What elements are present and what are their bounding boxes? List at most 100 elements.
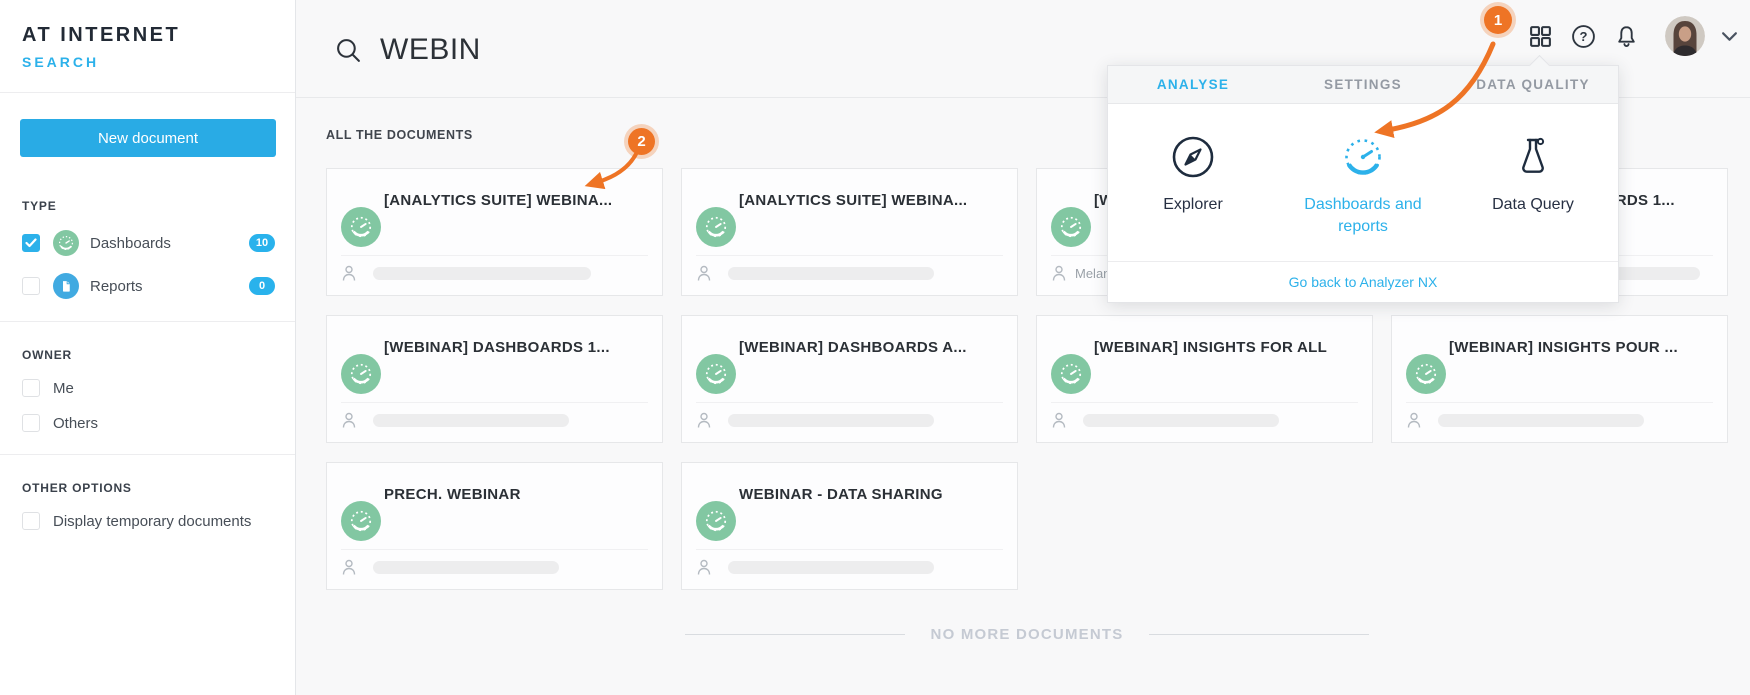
dashboards-count-badge: 10 — [249, 234, 275, 252]
document-card[interactable]: [WEBINAR] DASHBOARDS 1... — [326, 315, 663, 443]
document-owner — [341, 265, 591, 282]
notifications-bell-icon[interactable] — [1614, 24, 1639, 49]
dashboard-gauge-icon — [696, 501, 736, 541]
app-item-dashboards-reports[interactable]: Dashboards and reports — [1278, 130, 1448, 237]
divider-line — [685, 634, 905, 635]
person-icon — [341, 559, 357, 576]
card-divider — [696, 255, 1003, 256]
document-owner — [1406, 412, 1644, 429]
help-icon[interactable]: ? — [1571, 24, 1596, 49]
dashboard-gauge-icon — [341, 207, 381, 247]
at-internet-search-app: AT INTERNET SEARCH New document TYPE Das… — [0, 0, 1750, 695]
no-more-documents-label: NO MORE DOCUMENTS — [931, 626, 1124, 643]
document-card[interactable]: [ANALYTICS SUITE] WEBINA... — [681, 168, 1018, 296]
user-avatar[interactable] — [1665, 16, 1705, 56]
person-icon — [696, 559, 712, 576]
person-icon — [341, 412, 357, 429]
owner-name-redacted — [1083, 414, 1279, 427]
new-document-button[interactable]: New document — [20, 119, 276, 157]
chevron-down-icon[interactable] — [1721, 31, 1738, 42]
apps-panel-items: Explorer Dashboards and reports Data Que… — [1108, 104, 1618, 261]
filter-reports-label: Reports — [90, 278, 249, 295]
document-card[interactable]: [ANALYTICS SUITE] WEBINA... — [326, 168, 663, 296]
search-input[interactable] — [380, 33, 800, 67]
document-title: [WEBINAR] DASHBOARDS A... — [739, 339, 967, 356]
app-item-label: Data Query — [1455, 194, 1611, 216]
apps-grid-icon[interactable] — [1528, 24, 1553, 49]
reports-count-badge: 0 — [249, 277, 275, 295]
filter-temporary-row: Display temporary documents — [0, 512, 295, 530]
card-divider — [1406, 402, 1713, 403]
other-options-section-label: OTHER OPTIONS — [0, 481, 295, 495]
dashboard-gauge-icon — [53, 230, 79, 256]
tab-analyse[interactable]: ANALYSE — [1108, 66, 1278, 103]
dashboards-checkbox[interactable] — [22, 234, 40, 252]
document-owner — [696, 265, 934, 282]
app-item-data-query[interactable]: Data Query — [1448, 130, 1618, 237]
card-divider — [696, 549, 1003, 550]
sidebar-divider — [0, 321, 295, 322]
sidebar-divider — [0, 92, 295, 93]
filter-me-label: Me — [53, 380, 275, 397]
divider-line — [1149, 634, 1369, 635]
sidebar-divider — [0, 454, 295, 455]
reports-checkbox[interactable] — [22, 277, 40, 295]
document-title: WEBINAR - DATA SHARING — [739, 486, 943, 503]
document-card[interactable]: [WEBINAR] INSIGHTS POUR ... — [1391, 315, 1728, 443]
owner-me-checkbox[interactable] — [22, 379, 40, 397]
checkmark-icon — [25, 238, 37, 248]
speedometer-icon — [1340, 130, 1386, 184]
document-title: PRECH. WEBINAR — [384, 486, 521, 503]
annotation-step-2-badge: 2 — [628, 128, 655, 155]
app-item-label: Explorer — [1115, 194, 1271, 216]
report-document-icon — [53, 273, 79, 299]
app-item-explorer[interactable]: Explorer — [1108, 130, 1278, 237]
document-card[interactable]: WEBINAR - DATA SHARING — [681, 462, 1018, 590]
dashboard-gauge-icon — [341, 354, 381, 394]
app-logo: AT INTERNET SEARCH — [0, 0, 295, 70]
document-owner — [341, 559, 559, 576]
dashboard-gauge-icon — [696, 354, 736, 394]
search-bar — [335, 33, 800, 67]
document-owner — [696, 559, 934, 576]
compass-icon — [1170, 130, 1216, 184]
owner-section-label: OWNER — [0, 348, 295, 362]
card-divider — [696, 402, 1003, 403]
dashboard-gauge-icon — [341, 501, 381, 541]
logo-brand: AT INTERNET — [22, 24, 273, 47]
person-icon — [1051, 265, 1067, 282]
card-divider — [341, 402, 648, 403]
logo-product: SEARCH — [22, 54, 273, 70]
document-owner — [696, 412, 934, 429]
owner-others-checkbox[interactable] — [22, 414, 40, 432]
sidebar: AT INTERNET SEARCH New document TYPE Das… — [0, 0, 296, 695]
document-card[interactable]: [WEBINAR] INSIGHTS FOR ALL — [1036, 315, 1373, 443]
temporary-documents-checkbox[interactable] — [22, 512, 40, 530]
document-card[interactable]: [WEBINAR] DASHBOARDS A... — [681, 315, 1018, 443]
owner-name-redacted — [1438, 414, 1644, 427]
tab-data-quality[interactable]: DATA QUALITY — [1448, 66, 1618, 103]
app-item-label: Dashboards and reports — [1285, 194, 1441, 237]
filter-temporary-label: Display temporary documents — [53, 513, 275, 530]
type-section-label: TYPE — [0, 199, 295, 213]
apps-panel-footer: Go back to Analyzer NX — [1108, 261, 1618, 302]
filter-dashboards-label: Dashboards — [90, 235, 249, 252]
dashboard-gauge-icon — [1051, 207, 1091, 247]
no-more-documents: NO MORE DOCUMENTS — [326, 626, 1728, 643]
person-icon — [1051, 412, 1067, 429]
search-icon — [335, 37, 362, 64]
owner-name-redacted — [728, 267, 934, 280]
owner-name-redacted — [373, 267, 591, 280]
filter-dashboards-row: Dashboards 10 — [0, 230, 295, 256]
tab-settings[interactable]: SETTINGS — [1278, 66, 1448, 103]
document-title: [ANALYTICS SUITE] WEBINA... — [739, 192, 967, 209]
document-title: [WEBINAR] DASHBOARDS 1... — [384, 339, 610, 356]
go-back-analyzer-link[interactable]: Go back to Analyzer NX — [1289, 274, 1438, 290]
dashboard-gauge-icon — [1051, 354, 1091, 394]
filter-reports-row: Reports 0 — [0, 273, 295, 299]
dashboard-gauge-icon — [696, 207, 736, 247]
document-title: [ANALYTICS SUITE] WEBINA... — [384, 192, 612, 209]
owner-name-redacted — [373, 414, 569, 427]
owner-name-redacted — [728, 414, 934, 427]
document-card[interactable]: PRECH. WEBINAR — [326, 462, 663, 590]
